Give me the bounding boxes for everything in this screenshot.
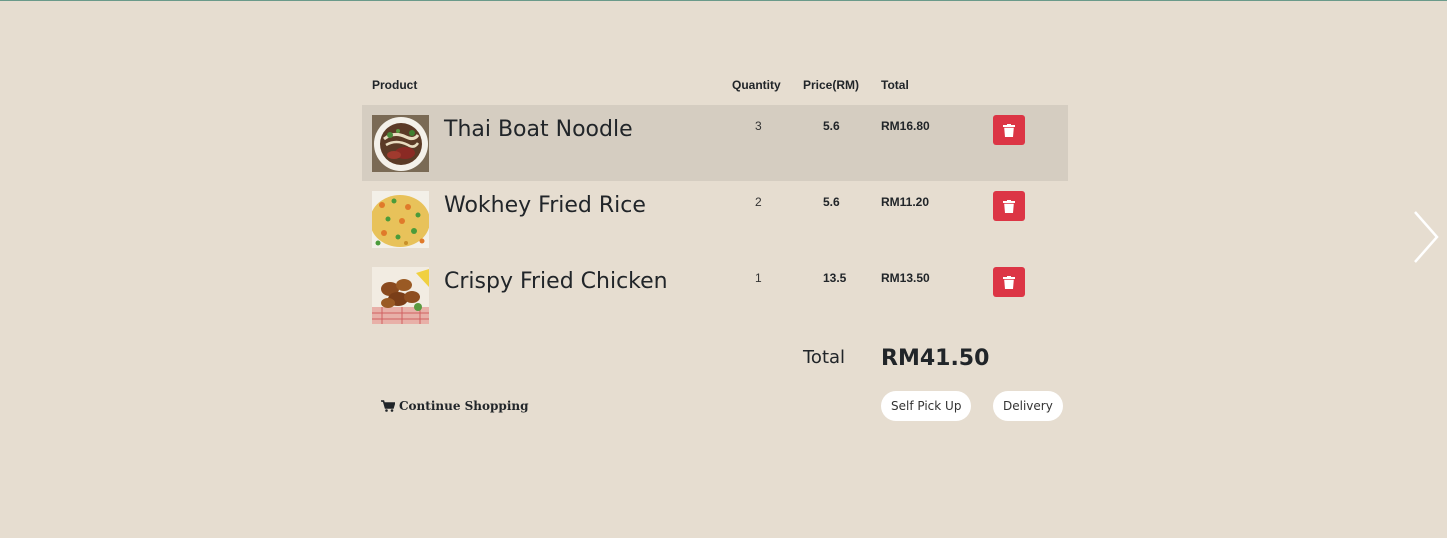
header-total: Total: [881, 78, 909, 92]
trash-icon: [1003, 199, 1015, 213]
product-name: Wokhey Fried Rice: [444, 193, 646, 218]
table-row: Wokhey Fried Rice 2 5.6 RM11.20: [362, 181, 1068, 257]
product-price: 5.6: [823, 195, 840, 209]
self-pick-up-button[interactable]: Self Pick Up: [881, 391, 972, 421]
delete-item-button[interactable]: [993, 191, 1025, 221]
product-name: Crispy Fried Chicken: [444, 269, 668, 294]
product-price: 13.5: [823, 271, 847, 285]
product-quantity: 2: [755, 195, 762, 209]
trash-icon: [1003, 275, 1015, 289]
product-quantity: 3: [755, 119, 762, 133]
product-image-thai-boat-noodle: [372, 115, 429, 172]
delete-item-button[interactable]: [993, 115, 1025, 145]
table-row: Thai Boat Noodle 3 5.6 RM16.80: [362, 105, 1068, 181]
trash-icon: [1003, 123, 1015, 137]
product-image-crispy-fried-chicken: [372, 267, 429, 324]
table-row: Crispy Fried Chicken 1 13.5 RM13.50: [362, 257, 1068, 333]
header-price: Price(RM): [803, 78, 860, 92]
continue-shopping-link[interactable]: Continue Shopping: [381, 399, 529, 413]
cart-actions: Continue Shopping Self Pick Up Delivery: [362, 389, 1068, 429]
table-header: Product Quantity Price(RM) Total: [362, 61, 1068, 105]
cart-table: Product Quantity Price(RM) Total Thai Bo…: [362, 61, 1068, 429]
delivery-button[interactable]: Delivery: [993, 391, 1063, 421]
cart-icon: [381, 400, 395, 412]
product-name: Thai Boat Noodle: [444, 117, 633, 142]
header-quantity: Quantity: [732, 78, 781, 92]
header-product: Product: [372, 78, 418, 92]
product-total: RM16.80: [881, 119, 930, 133]
product-quantity: 1: [755, 271, 762, 285]
product-price: 5.6: [823, 119, 840, 133]
product-image-wokhey-fried-rice: [372, 191, 429, 248]
continue-shopping-label: Continue Shopping: [399, 399, 529, 413]
total-label: Total: [803, 347, 846, 368]
product-total: RM13.50: [881, 271, 930, 285]
product-total: RM11.20: [881, 195, 930, 209]
total-value: RM41.50: [881, 346, 990, 371]
chevron-right-icon[interactable]: [1410, 209, 1440, 265]
cart-total-row: Total RM41.50: [362, 333, 1068, 389]
delete-item-button[interactable]: [993, 267, 1025, 297]
